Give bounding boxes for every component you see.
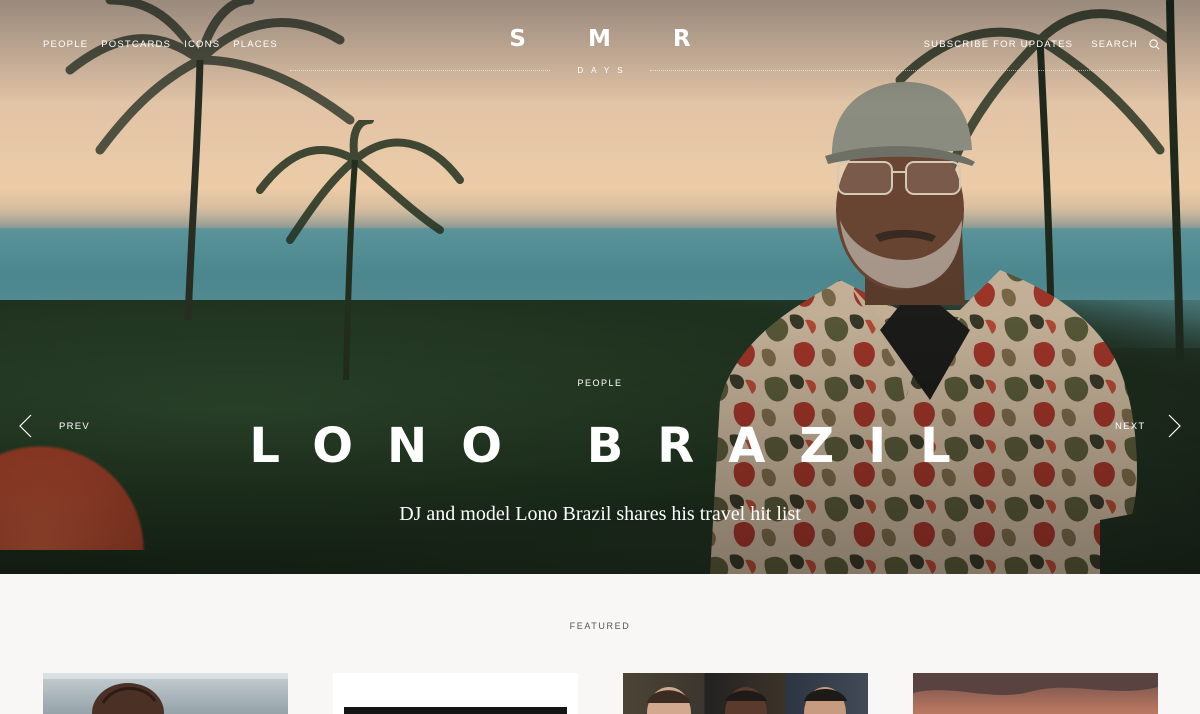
logo-wordmark[interactable]: SMR	[447, 26, 752, 52]
featured-card[interactable]	[913, 673, 1158, 714]
featured-card-image	[647, 687, 847, 714]
featured-heading: FEATURED	[569, 621, 631, 631]
chevron-left-icon[interactable]	[18, 414, 32, 438]
logo-tagline: DAYS	[577, 66, 631, 75]
search-icon[interactable]	[1149, 39, 1160, 50]
search-label: SEARCH	[1091, 39, 1138, 50]
featured-card[interactable]	[333, 673, 578, 714]
featured-card[interactable]	[623, 673, 868, 714]
utility-nav: SUBSCRIBE FOR UPDATES SEARCH	[924, 39, 1160, 50]
featured-card-image	[43, 673, 288, 714]
hero-category[interactable]: PEOPLE	[0, 378, 1200, 388]
prev-button[interactable]: PREV	[59, 421, 90, 432]
hero-title[interactable]: LONO BRAZIL	[0, 418, 1200, 474]
chevron-right-icon[interactable]	[1168, 414, 1182, 438]
featured-card-image	[913, 673, 1158, 695]
subscribe-link[interactable]: SUBSCRIBE FOR UPDATES	[924, 39, 1074, 50]
featured-card-image	[344, 707, 567, 714]
next-button[interactable]: NEXT	[1115, 421, 1146, 432]
search-button[interactable]: SEARCH	[1091, 39, 1160, 50]
featured-card[interactable]	[43, 673, 288, 714]
hero-slide[interactable]	[0, 0, 1200, 574]
hero-subtitle: DJ and model Lono Brazil shares his trav…	[399, 503, 801, 525]
hero-overlay	[0, 0, 1200, 574]
